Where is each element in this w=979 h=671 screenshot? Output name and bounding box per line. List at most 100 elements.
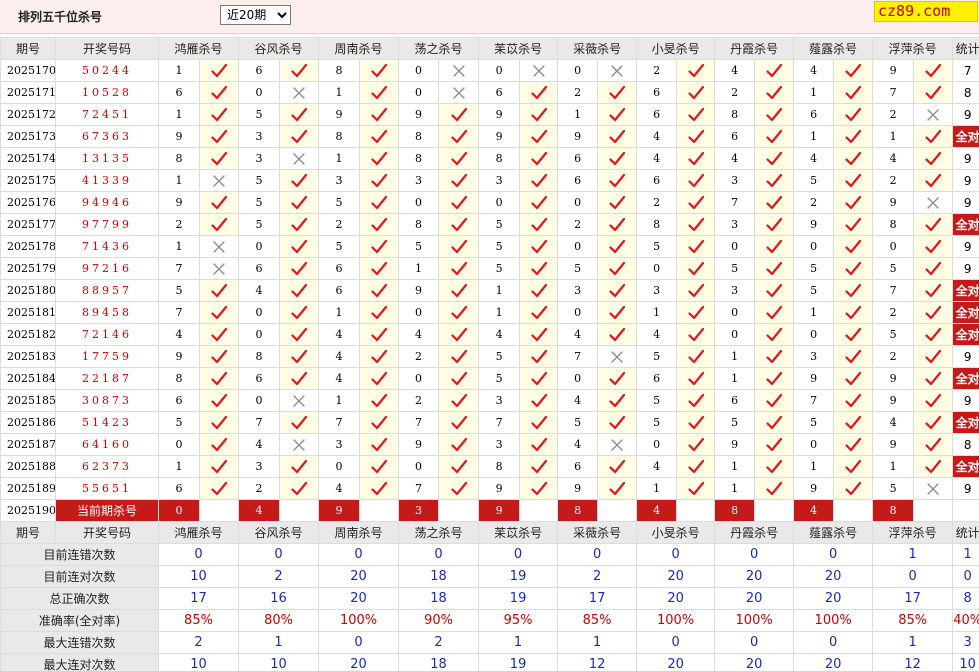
- correct-mark: [519, 433, 559, 456]
- correct-mark: [438, 257, 480, 280]
- kill-number: 7: [238, 411, 281, 434]
- wrong-mark: [198, 169, 240, 192]
- kill-number: 0: [714, 301, 756, 324]
- check-icon: [450, 349, 467, 365]
- check-icon: [766, 371, 783, 387]
- correct-mark: [676, 279, 716, 302]
- check-icon: [450, 437, 467, 453]
- correct-mark: [754, 125, 795, 148]
- correct-mark: [676, 389, 716, 412]
- check-icon: [925, 437, 942, 453]
- correct-mark: [359, 411, 400, 434]
- check-icon: [687, 151, 704, 167]
- kill-number: 4: [636, 323, 678, 346]
- correct-mark: [597, 323, 638, 346]
- kill-number: 3: [318, 169, 361, 192]
- check-icon: [687, 261, 704, 277]
- summary-value: 20: [714, 587, 795, 610]
- check-icon: [530, 195, 547, 211]
- summary-value: 0: [318, 631, 400, 654]
- kill-number: 4: [714, 59, 756, 82]
- draw-number: 72451: [55, 103, 159, 126]
- correct-mark: [519, 257, 559, 280]
- kill-number: 3: [714, 213, 756, 236]
- kill-number: 7: [872, 81, 915, 104]
- correct-mark: [676, 455, 716, 478]
- kill-number: 7: [398, 477, 440, 500]
- kill-number: 5: [714, 257, 756, 280]
- empty-cell: [519, 499, 559, 522]
- correct-mark: [279, 455, 320, 478]
- kill-number: 2: [872, 301, 915, 324]
- all-correct-badge: 全对: [952, 279, 979, 302]
- kill-number: 2: [872, 169, 915, 192]
- correct-mark: [676, 147, 716, 170]
- column-header: 开奖号码: [55, 521, 159, 544]
- check-icon: [687, 349, 704, 365]
- issue-number: 2025175: [0, 169, 56, 192]
- check-icon: [766, 305, 783, 321]
- wrong-mark: [198, 235, 240, 258]
- correct-mark: [438, 147, 480, 170]
- correct-mark: [754, 81, 795, 104]
- kill-number: 9: [872, 59, 915, 82]
- column-header: 小旻杀号: [636, 37, 716, 60]
- summary-value: 85%: [872, 609, 954, 632]
- kill-number: 9: [478, 103, 521, 126]
- column-header: 统计: [952, 521, 979, 544]
- check-icon: [530, 305, 547, 321]
- check-icon: [211, 85, 227, 101]
- check-icon: [371, 151, 388, 167]
- check-icon: [925, 305, 942, 321]
- correct-mark: [198, 59, 240, 82]
- check-icon: [845, 173, 862, 189]
- empty-cell: [676, 499, 716, 522]
- check-icon: [450, 305, 467, 321]
- column-header: 鸿雁杀号: [157, 37, 240, 60]
- check-icon: [609, 305, 626, 321]
- kill-number: 4: [318, 345, 361, 368]
- summary-value: 20: [714, 565, 795, 588]
- column-header: 采薇杀号: [557, 37, 638, 60]
- column-header: 周南杀号: [318, 37, 400, 60]
- check-icon: [371, 481, 388, 497]
- correct-mark: [676, 257, 716, 280]
- check-icon: [925, 239, 942, 255]
- check-icon: [371, 85, 388, 101]
- stat-count: 8: [952, 433, 979, 456]
- column-header: 谷风杀号: [238, 521, 320, 544]
- kill-number: 2: [557, 81, 599, 104]
- correct-mark: [913, 433, 954, 456]
- check-icon: [687, 437, 704, 453]
- correct-mark: [597, 235, 638, 258]
- draw-number: 51423: [55, 411, 159, 434]
- wrong-mark: [913, 191, 954, 214]
- check-icon: [450, 217, 467, 233]
- correct-mark: [279, 411, 320, 434]
- check-icon: [609, 217, 626, 233]
- kill-number: 6: [238, 257, 281, 280]
- check-icon: [211, 283, 227, 299]
- check-icon: [687, 371, 704, 387]
- correct-mark: [754, 191, 795, 214]
- check-icon: [687, 415, 704, 431]
- check-icon: [687, 305, 704, 321]
- correct-mark: [279, 323, 320, 346]
- kill-number: 9: [158, 125, 200, 148]
- correct-mark: [519, 213, 559, 236]
- kill-number: 2: [636, 191, 678, 214]
- top-bar: 排列五千位杀号 近20期 cz89.com: [0, 0, 979, 34]
- kill-number: 2: [872, 345, 915, 368]
- kill-number: 5: [398, 235, 440, 258]
- check-icon: [211, 349, 227, 365]
- correct-mark: [676, 477, 716, 500]
- summary-value: 100%: [636, 609, 716, 632]
- kill-number: 3: [318, 433, 361, 456]
- kill-number: 0: [398, 301, 440, 324]
- kill-number: 5: [478, 257, 521, 280]
- check-icon: [925, 371, 942, 387]
- all-correct-badge: 全对: [952, 213, 979, 236]
- kill-number: 8: [398, 125, 440, 148]
- period-select[interactable]: 近20期: [220, 5, 291, 25]
- summary-label: 最大连错次数: [0, 631, 159, 654]
